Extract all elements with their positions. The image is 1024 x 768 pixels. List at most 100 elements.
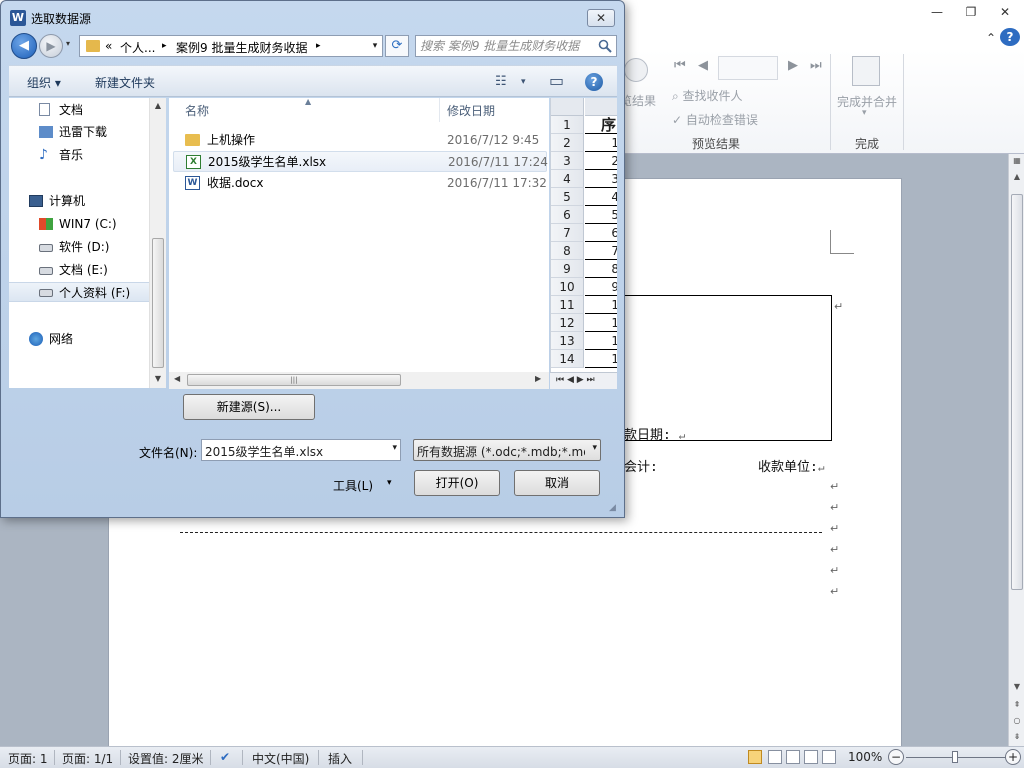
tools-dropdown-icon[interactable]: ▾	[387, 478, 392, 488]
refresh-icon[interactable]: ⟳	[385, 35, 409, 57]
next-page-icon[interactable]: ⇟	[1009, 730, 1024, 744]
search-icon[interactable]	[598, 39, 612, 53]
next-record-icon[interactable]: ▶	[788, 58, 798, 73]
file-list-horizontal-scrollbar[interactable]: ◀ ||| ▶	[169, 372, 549, 389]
help-icon[interactable]: ?	[585, 73, 603, 91]
zoom-slider-knob[interactable]	[952, 751, 958, 763]
preview-row-number: 10	[551, 278, 584, 296]
view-dropdown-icon[interactable]: ▾	[521, 77, 526, 87]
print-layout-view-icon[interactable]	[748, 750, 762, 764]
recent-locations-dropdown[interactable]: ▾	[66, 39, 70, 48]
nav-item-drive-d[interactable]: 软件 (D:)	[9, 237, 149, 257]
last-record-icon[interactable]: ⏭	[810, 58, 822, 73]
column-header-modified[interactable]: 修改日期	[447, 98, 495, 122]
proofing-icon[interactable]: ✔	[220, 750, 230, 764]
nav-item-documents[interactable]: 文档	[9, 100, 149, 120]
minimize-button[interactable]: —	[924, 2, 950, 22]
scroll-left-icon[interactable]: ◀	[174, 374, 180, 383]
nav-item-drive-f[interactable]: 个人资料 (F:)	[9, 282, 149, 302]
file-type-filter[interactable]: 所有数据源 (*.odc;*.mdb;*.md ▾	[413, 439, 601, 461]
breadcrumb-segment[interactable]: 案例9 批量生成财务收据	[176, 39, 307, 56]
find-recipient-button[interactable]: ⌕ 查找收件人	[672, 87, 743, 104]
record-number-input[interactable]	[718, 56, 778, 80]
organize-button[interactable]: 组织 ▾	[27, 74, 61, 91]
file-row[interactable]: 上机操作 2016/7/12 9:45	[173, 130, 547, 151]
breadcrumb-separator-icon[interactable]: ▸	[316, 41, 321, 51]
scroll-thumb[interactable]	[1011, 194, 1023, 590]
file-type-value[interactable]: 所有数据源 (*.odc;*.mdb;*.md	[417, 443, 585, 460]
status-pages[interactable]: 页面: 1/1	[62, 750, 113, 767]
browse-object-icon[interactable]: ○	[1009, 714, 1024, 728]
breadcrumb-separator-icon[interactable]: ▸	[162, 41, 167, 51]
scroll-thumb[interactable]: |||	[187, 374, 401, 386]
open-button[interactable]: 打开(O)	[414, 470, 500, 496]
change-view-icon[interactable]: ☷	[495, 74, 507, 89]
sheet-tab-nav[interactable]: ⏮ ◀ ▶ ⏭	[550, 372, 617, 389]
status-insert-mode[interactable]: 插入	[328, 750, 352, 767]
new-folder-button[interactable]: 新建文件夹	[95, 74, 155, 91]
filename-value[interactable]: 2015级学生名单.xlsx	[205, 443, 323, 460]
column-header-name[interactable]: 名称	[185, 98, 209, 122]
nav-item-drive-c[interactable]: WIN7 (C:)	[9, 214, 149, 234]
scroll-right-icon[interactable]: ▶	[535, 374, 541, 383]
zoom-level[interactable]: 100%	[848, 750, 882, 764]
nav-item-network[interactable]: 网络	[9, 329, 149, 349]
preview-pane-icon[interactable]: ▭	[549, 71, 564, 90]
first-record-icon[interactable]: ⏮	[674, 58, 686, 73]
margin-corner-mark	[830, 230, 854, 254]
paragraph-mark: ↵	[830, 480, 840, 493]
cancel-button[interactable]: 取消	[514, 470, 600, 496]
ruler-toggle-icon[interactable]: ▦	[1009, 154, 1024, 168]
prev-record-icon[interactable]: ◀	[698, 58, 708, 73]
preview-results-button[interactable]: 览结果	[620, 58, 656, 109]
address-bar[interactable]: « 个人... ▸ 案例9 批量生成财务收据 ▸ ▾	[79, 35, 383, 57]
scroll-thumb[interactable]	[152, 238, 164, 368]
nav-pane-scrollbar[interactable]: ▲ ▼	[149, 98, 166, 388]
breadcrumb-segment[interactable]: 个人...	[120, 39, 155, 56]
web-layout-icon[interactable]	[786, 750, 800, 764]
forward-button[interactable]: ▶	[39, 34, 63, 58]
zoom-out-button[interactable]: −	[888, 749, 904, 765]
status-page[interactable]: 页面: 1	[8, 750, 48, 767]
chevron-down-icon[interactable]: ▾	[392, 443, 397, 453]
new-source-button[interactable]: 新建源(S)...	[183, 394, 315, 420]
nav-item-computer[interactable]: 计算机	[9, 191, 149, 211]
preview-cell: 5	[585, 206, 617, 224]
sheet-tab-nav-icons[interactable]: ⏮ ◀ ▶ ⏭	[556, 375, 595, 385]
draft-view-icon[interactable]	[822, 750, 836, 764]
full-screen-reading-icon[interactable]	[768, 750, 782, 764]
zoom-in-button[interactable]: +	[1005, 749, 1021, 765]
close-button[interactable]: ✕	[992, 2, 1018, 22]
search-input[interactable]	[420, 38, 594, 54]
prev-page-icon[interactable]: ⇞	[1009, 698, 1024, 712]
nav-item-xunlei[interactable]: 迅雷下载	[9, 122, 149, 142]
dialog-close-button[interactable]: ✕	[587, 9, 615, 27]
status-language[interactable]: 中文(中国)	[252, 750, 309, 767]
filename-combobox[interactable]: 2015级学生名单.xlsx ▾	[201, 439, 401, 461]
nav-item-music[interactable]: ♪ 音乐	[9, 145, 149, 165]
nav-item-drive-e[interactable]: 文档 (E:)	[9, 260, 149, 280]
outline-view-icon[interactable]	[804, 750, 818, 764]
preview-cell: 2	[585, 152, 617, 170]
file-row[interactable]: X 2015级学生名单.xlsx 2016/7/11 17:24	[173, 151, 548, 172]
chevron-down-icon[interactable]: ▾	[592, 443, 597, 453]
finish-merge-dropdown[interactable]: ▾	[862, 108, 867, 118]
status-setting[interactable]: 设置值: 2厘米	[128, 750, 204, 767]
finish-merge-button[interactable]: 完成并合并	[837, 93, 897, 110]
document-vertical-scrollbar[interactable]: ▦ ▲ ▼ ⇞ ○ ⇟	[1008, 154, 1024, 746]
scroll-up-icon[interactable]: ▲	[150, 101, 166, 110]
word-help-icon[interactable]: ?	[1000, 28, 1020, 46]
scroll-up-icon[interactable]: ▲	[1009, 170, 1024, 184]
file-row[interactable]: W 收据.docx 2016/7/11 17:32	[173, 173, 547, 194]
scroll-down-icon[interactable]: ▼	[1009, 680, 1024, 694]
breadcrumb-overflow[interactable]: «	[105, 39, 112, 53]
back-button[interactable]: ◀	[11, 33, 37, 59]
scroll-down-icon[interactable]: ▼	[150, 374, 166, 383]
restore-button[interactable]: ❐	[958, 2, 984, 22]
tools-menu[interactable]: 工具(L)	[333, 477, 373, 494]
address-dropdown-icon[interactable]: ▾	[368, 38, 382, 54]
auto-check-errors-button[interactable]: ✓ 自动检查错误	[672, 111, 758, 128]
column-separator[interactable]	[439, 98, 440, 122]
search-box[interactable]	[415, 35, 617, 57]
resize-grip[interactable]: ◢	[609, 503, 616, 513]
